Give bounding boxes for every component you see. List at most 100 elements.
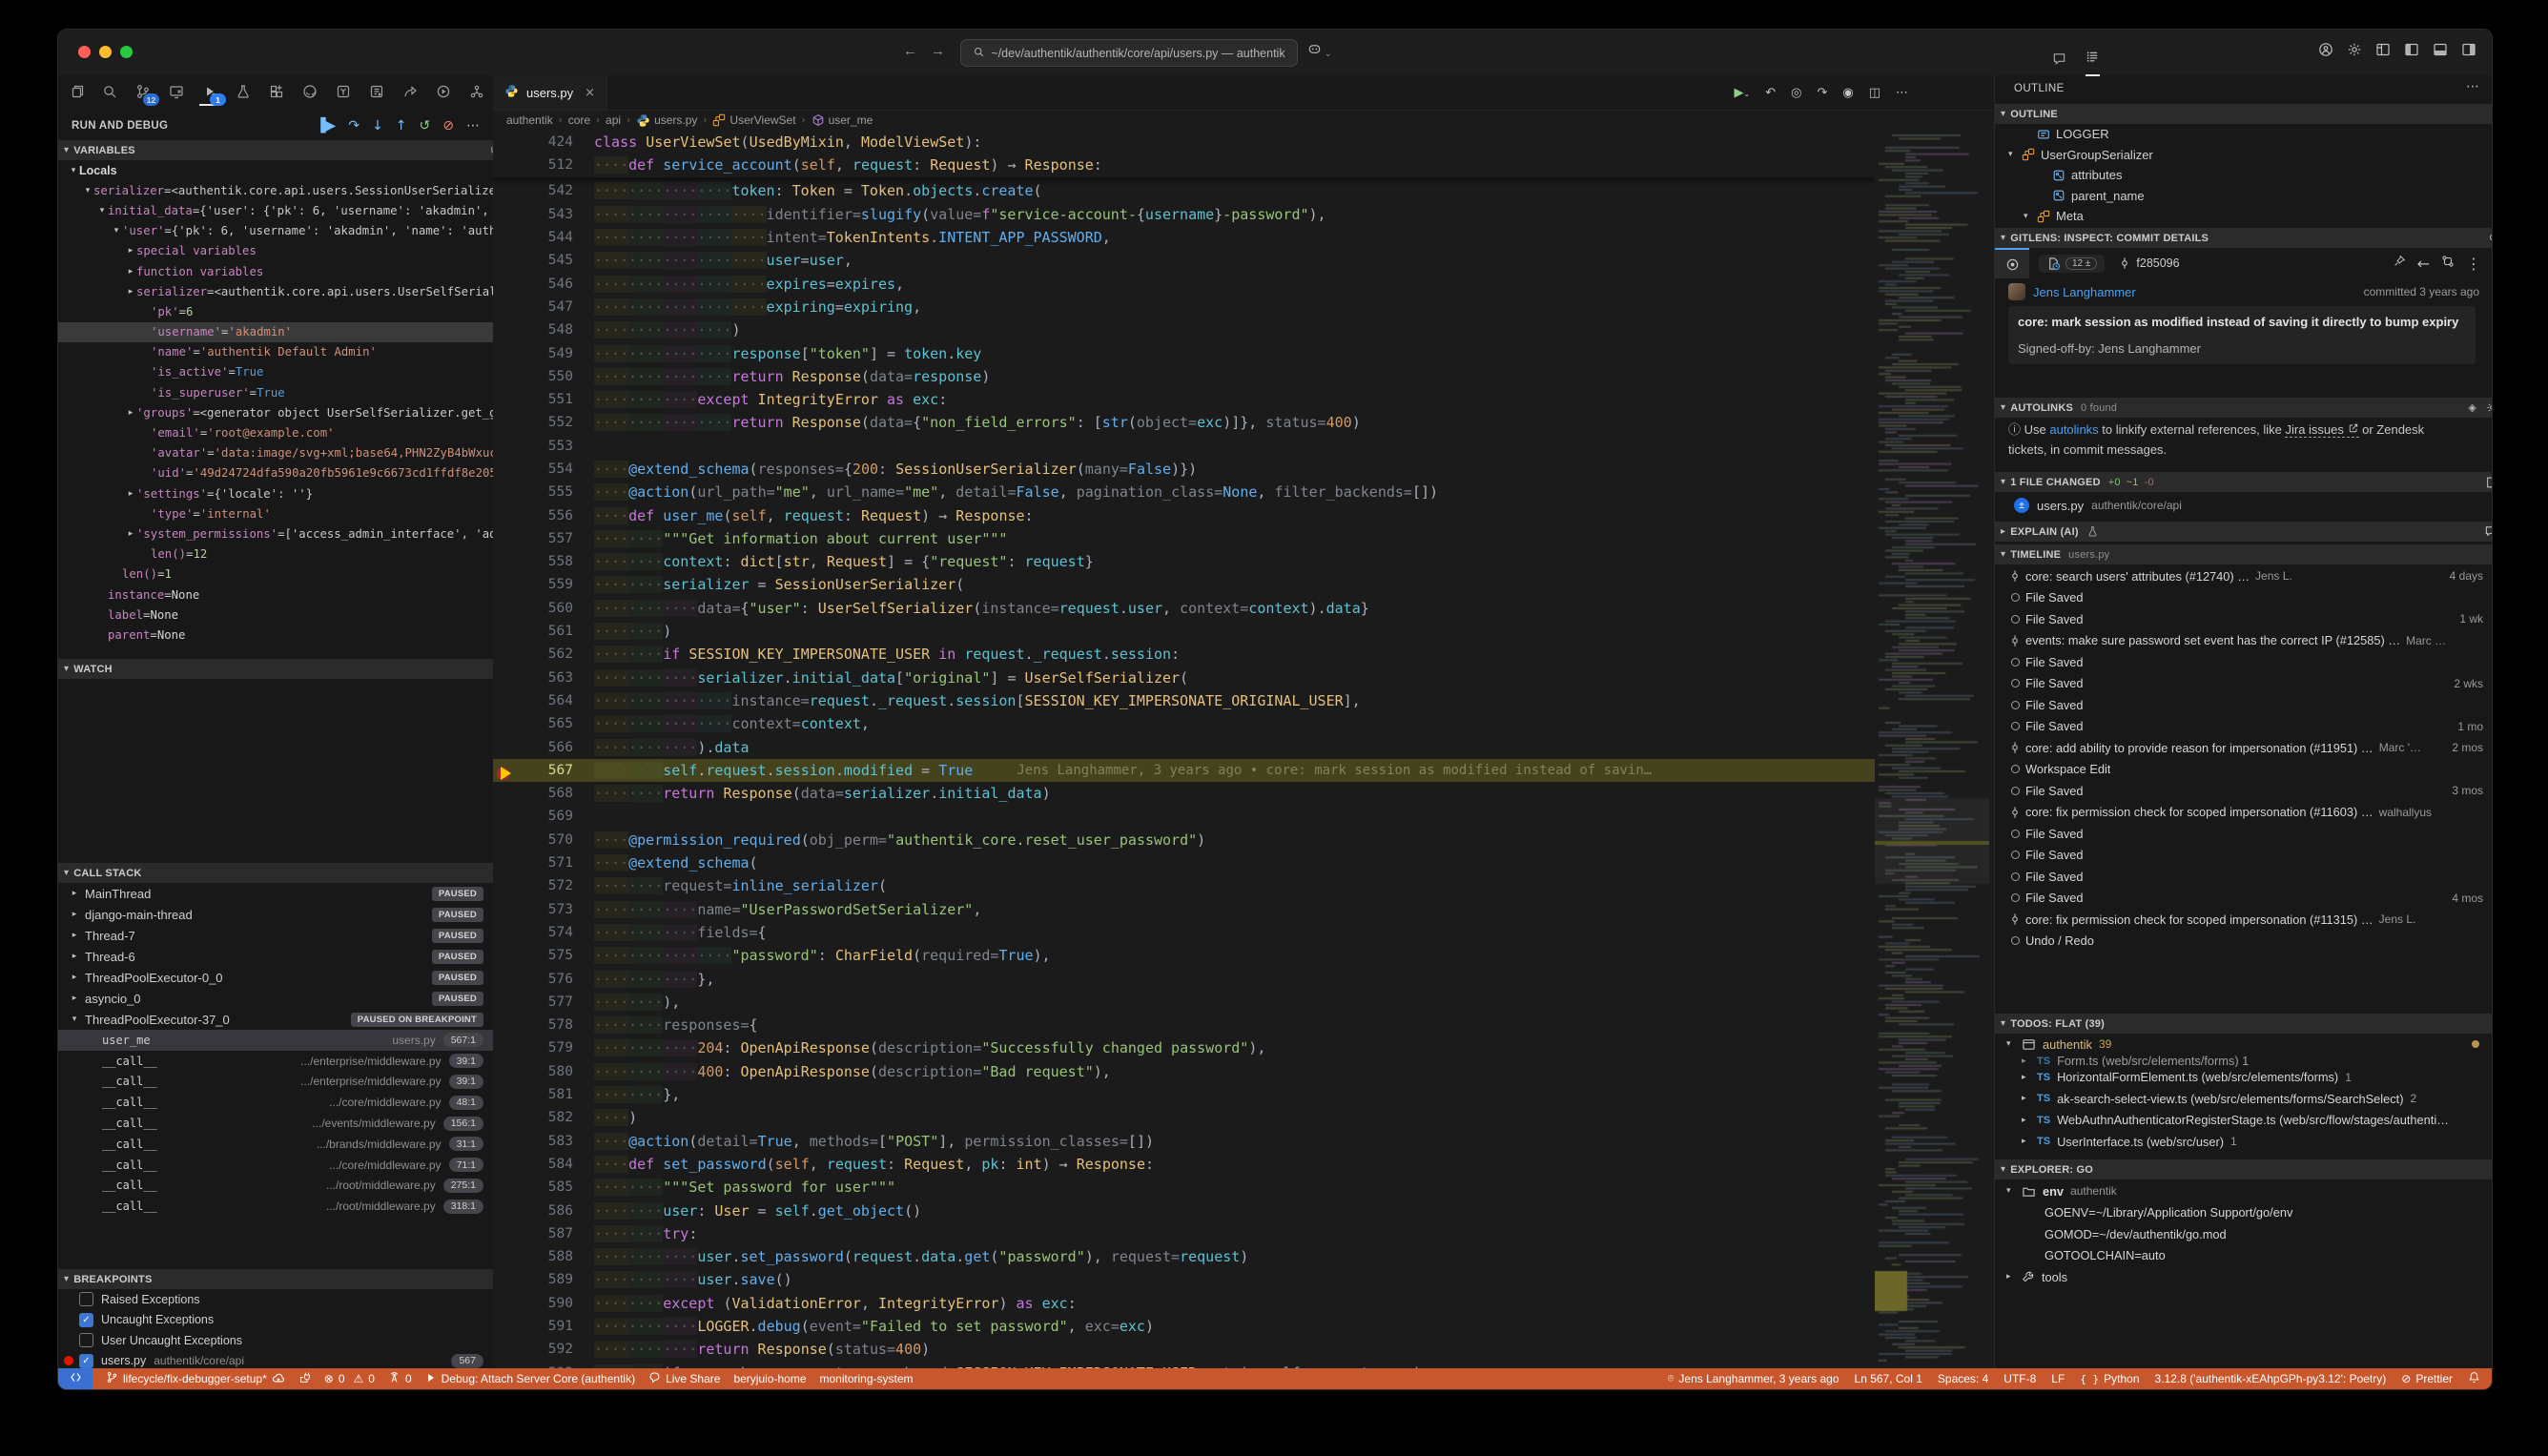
code-line[interactable]: 572········request=inline_serializer( (493, 874, 1875, 897)
host-status[interactable]: beryjuio-home (733, 1372, 806, 1385)
go-tools-row[interactable]: ▸tools (1995, 1266, 2493, 1288)
breadcrumb-item[interactable]: api (606, 113, 621, 127)
run-above-icon[interactable]: ◎ (1791, 86, 1801, 100)
code-viewport[interactable]: 541················response["group_pk"] … (493, 131, 1994, 1368)
todo-group-row[interactable]: ▾authentik39 (1995, 1034, 2493, 1056)
files-changed-badge[interactable]: 12 ± (2039, 255, 2105, 273)
code-line[interactable]: 547····················expiring=expiring… (493, 296, 1875, 318)
code-line[interactable]: 555····@action(url_path="me", url_name="… (493, 481, 1875, 503)
timeline-item[interactable]: core: fix permission check for scoped im… (1995, 802, 2493, 824)
variable-row[interactable]: 'type' = 'internal' (58, 503, 493, 523)
activity-scm-icon[interactable]: 12 (133, 79, 154, 104)
thread-row[interactable]: ▸ThreadPoolExecutor-0_0PAUSED (58, 967, 493, 988)
indentation-status[interactable]: Spaces: 4 (1938, 1372, 1988, 1385)
activity-extensions-icon[interactable] (266, 79, 287, 104)
variable-row[interactable]: 'name' = 'authentik Default Admin' (58, 342, 493, 362)
code-line[interactable]: 542················token: Token = Token.… (493, 179, 1875, 202)
stack-frame-row[interactable]: __call__.../core/middleware.py48:1 (58, 1092, 493, 1113)
variable-row[interactable]: ▸'groups' = <generator object UserSelfSe… (58, 402, 493, 422)
more-editor-actions-icon[interactable]: ⋯ (1896, 86, 1908, 100)
variable-row[interactable]: 'username' = 'akadmin' (58, 322, 493, 342)
variable-row[interactable]: 'uid' = '49d24724dfa590a20fb5961e9c6673c… (58, 463, 493, 483)
outline-item[interactable]: parent_name (1995, 186, 2493, 207)
code-line[interactable]: 554····@extend_schema(responses={200: Se… (493, 458, 1875, 481)
variable-row[interactable]: 'is_superuser' = True (58, 382, 493, 402)
code-line[interactable]: 551············except IntegrityError as … (493, 388, 1875, 411)
stack-frame-row[interactable]: __call__.../brands/middleware.py31:1 (58, 1134, 493, 1155)
timeline-item[interactable]: File Saved2 wks (1995, 673, 2493, 695)
code-line[interactable]: 546····················expires=expires, (493, 272, 1875, 295)
step-into-icon[interactable]: ↓ (372, 118, 383, 133)
stack-frame-row[interactable]: __call__.../core/middleware.py71:1 (58, 1155, 493, 1176)
code-line[interactable]: 576············}, (493, 967, 1875, 990)
code-line[interactable]: 552················return Response(data=… (493, 411, 1875, 434)
code-line[interactable]: 543····················identifier=slugif… (493, 203, 1875, 226)
run-python-file-icon[interactable]: ▶⌄ (1735, 86, 1751, 100)
timeline-item[interactable]: events: make sure password set event has… (1995, 630, 2493, 652)
changed-file-row[interactable]: ±users.pyauthentik/core/api (2014, 495, 2182, 516)
code-line[interactable]: 557········"""Get information about curr… (493, 527, 1875, 550)
variable-row[interactable]: ▾'user' = {'pk': 6, 'username': 'akadmin… (58, 221, 493, 241)
variable-row[interactable]: ▾initial_data = {'user': {'pk': 6, 'user… (58, 200, 493, 220)
code-line[interactable]: 574············fields={ (493, 921, 1875, 944)
encoding-status[interactable]: UTF-8 (2003, 1372, 2036, 1385)
variable-row[interactable]: ▾serializer = <authentik.core.api.users.… (58, 180, 493, 200)
todo-item[interactable]: ▸TSUserInterface.ts (web/src/user)1 (1995, 1131, 2493, 1153)
todo-item-partial[interactable]: ▸TSForm.ts (web/src/elements/forms) 1 (1995, 1056, 2493, 1067)
thread-row[interactable]: ▸django-main-threadPAUSED (58, 904, 493, 925)
code-line[interactable]: 568········return Response(data=serializ… (493, 782, 1875, 805)
activity-project-icon[interactable] (366, 79, 387, 104)
code-line[interactable]: 579············204: OpenApiResponse(desc… (493, 1036, 1875, 1059)
timeline-item[interactable]: File Saved1 mo (1995, 716, 2493, 738)
split-editor-icon[interactable]: ◫ (1869, 86, 1880, 100)
code-line[interactable]: 587········try: (493, 1222, 1875, 1245)
stack-frame-row[interactable]: __call__.../events/middleware.py156:1 (58, 1113, 493, 1134)
kebab-icon[interactable]: ⋮ (2466, 255, 2481, 273)
variable-row[interactable]: ▸function variables (58, 261, 493, 281)
go-env-row[interactable]: ▾envauthentik (1995, 1180, 2493, 1202)
go-env-var[interactable]: GOTOOLCHAIN=auto (1995, 1245, 2493, 1267)
commit-author-link[interactable]: Jens Langhammer (2033, 285, 2136, 299)
timeline-item[interactable]: Undo / Redo (1995, 931, 2493, 953)
remote-indicator[interactable] (58, 1368, 92, 1389)
thread-row[interactable]: ▸Thread-6PAUSED (58, 946, 493, 967)
timeline-item[interactable]: File Saved (1995, 694, 2493, 716)
code-line[interactable]: 593········if user.pk == request.user.pk… (493, 1361, 1875, 1368)
activity-run-debug-icon[interactable]: 1 (199, 79, 220, 106)
activity-files-icon[interactable] (66, 79, 87, 104)
sticky-line[interactable]: 424class UserViewSet(UsedByMixin, ModelV… (493, 131, 1875, 154)
code-line[interactable]: 591············LOGGER.debug(event="Faile… (493, 1315, 1875, 1338)
variable-row[interactable]: ▸special variables (58, 241, 493, 261)
code-line[interactable]: 584····def set_password(self, request: R… (493, 1153, 1875, 1176)
activity-run-circle-icon[interactable] (433, 79, 454, 104)
debug-session-status[interactable]: Debug: Attach Server Core (authentik) (425, 1372, 635, 1386)
nav-back-circle-icon[interactable]: ↶ (1765, 86, 1776, 100)
ports-status[interactable]: 0 (388, 1371, 412, 1386)
problems-status[interactable]: ⊗0⚠0 (324, 1372, 375, 1385)
code-line[interactable]: 590········except (ValidationError, Inte… (493, 1292, 1875, 1315)
variable-row[interactable]: 'is_active' = True (58, 362, 493, 382)
stack-frame-row[interactable]: __call__.../root/middleware.py275:1 (58, 1176, 493, 1197)
activity-github-icon[interactable] (299, 79, 320, 104)
code-line[interactable]: 575················"password": CharField… (493, 944, 1875, 967)
timeline-item[interactable]: Workspace Edit (1995, 759, 2493, 781)
timeline-item[interactable]: File Saved1 wk (1995, 608, 2493, 630)
code-line[interactable]: 549················response["token"] = t… (493, 341, 1875, 364)
code-line[interactable]: 563············serializer.initial_data["… (493, 666, 1875, 689)
outline-item[interactable]: LOGGER (1995, 124, 2493, 145)
autolinks-section-header[interactable]: ▾AUTOLINKS0 found◈ (1995, 398, 2493, 418)
thread-row[interactable]: ▸asyncio_0PAUSED (58, 988, 493, 1009)
commit-message-box[interactable]: core: mark session as modified instead o… (2008, 306, 2476, 364)
file-changed-section-header[interactable]: ▾1 FILE CHANGED+0~1-0 (1995, 472, 2493, 492)
code-line[interactable]: 553 (493, 435, 1875, 458)
code-line[interactable]: 548················) (493, 318, 1875, 341)
timeline-item[interactable]: File Saved (1995, 845, 2493, 867)
activity-org-icon[interactable] (466, 79, 487, 104)
code-line[interactable]: 562········if SESSION_KEY_IMPERSONATE_US… (493, 643, 1875, 666)
nav-forward-circle-icon[interactable]: ↷ (1817, 86, 1827, 100)
stack-frame-row[interactable]: __call__.../enterprise/middleware.py39:1 (58, 1051, 493, 1072)
compare-icon[interactable] (2441, 255, 2455, 273)
code-lines[interactable]: 541················response["group_pk"] … (493, 156, 1875, 1368)
code-line[interactable]: 573············name="UserPasswordSetSeri… (493, 898, 1875, 921)
timeline-item[interactable]: core: fix permission check for scoped im… (1995, 909, 2493, 931)
